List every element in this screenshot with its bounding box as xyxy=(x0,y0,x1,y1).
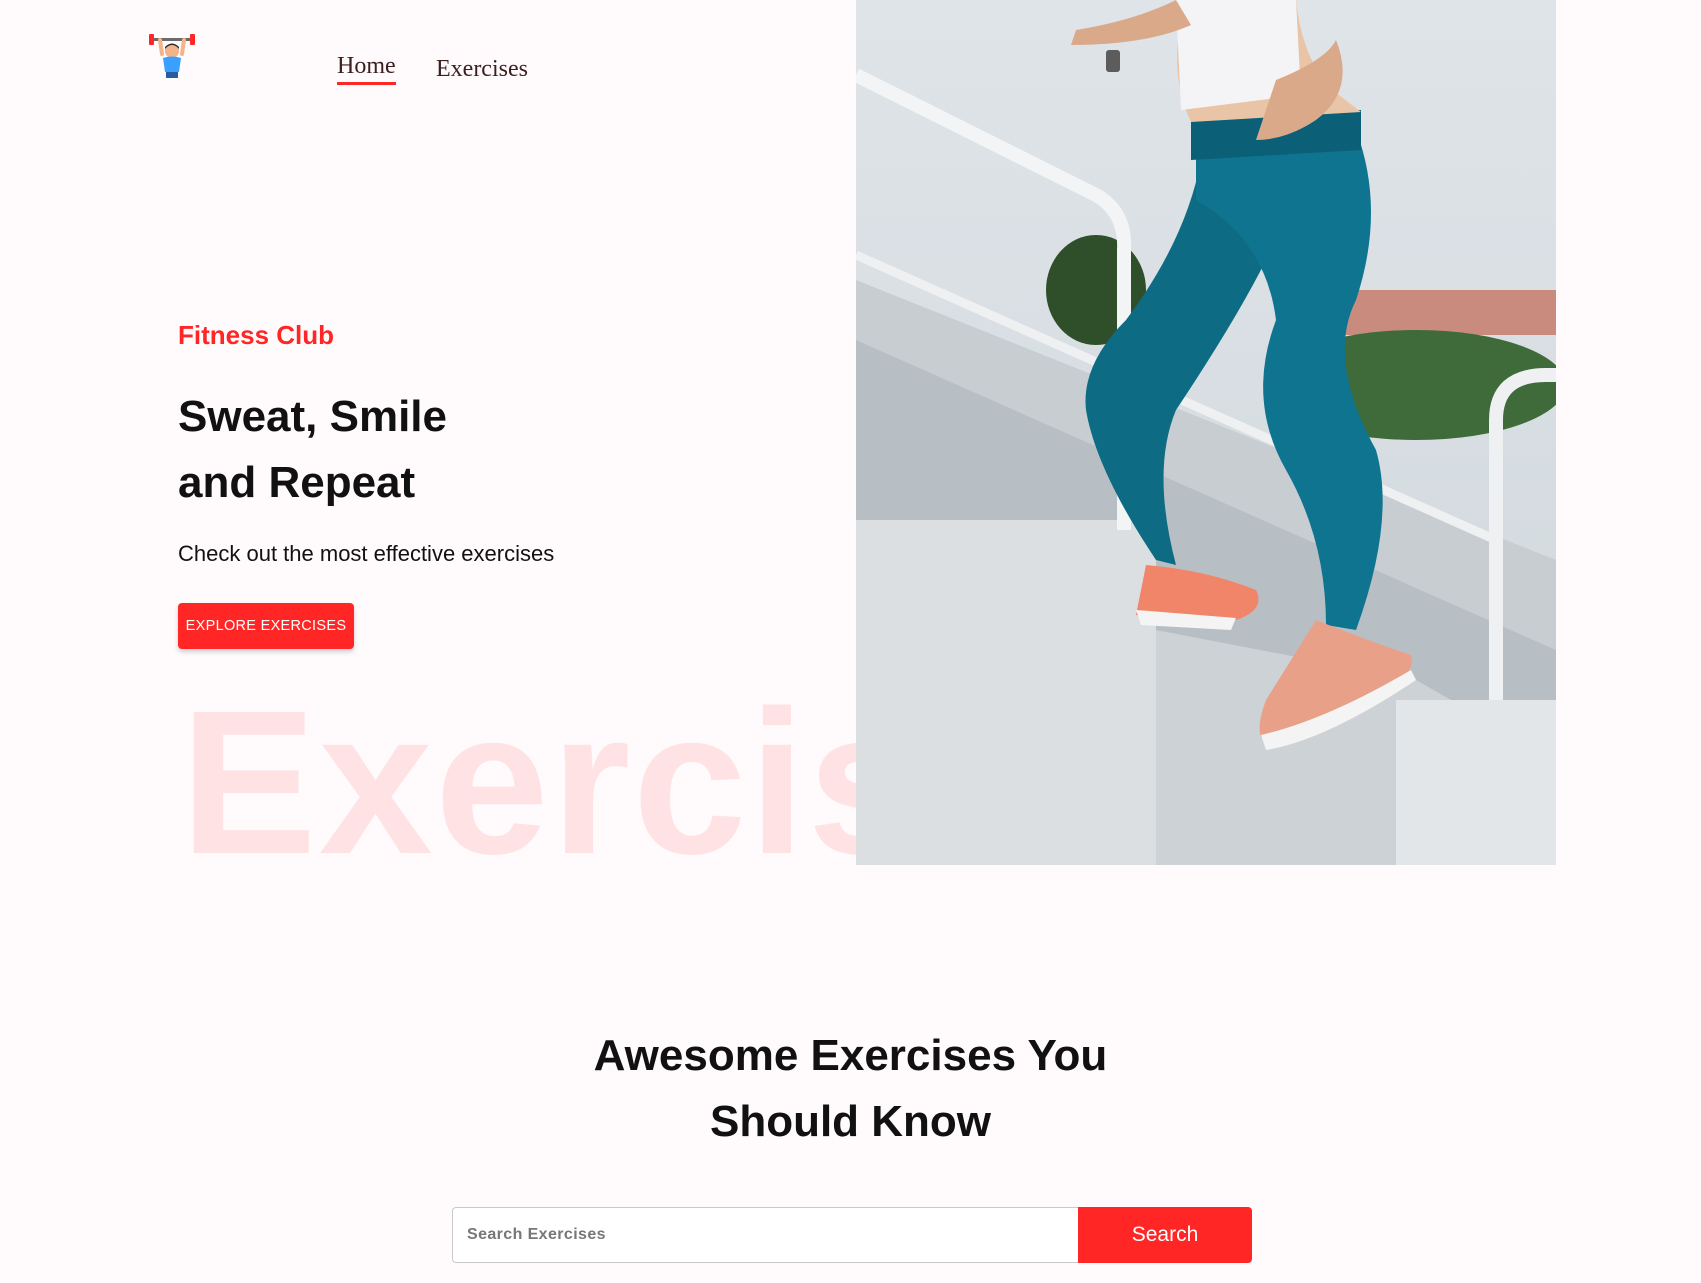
hero-subtitle: Check out the most effective exercises xyxy=(178,541,555,566)
section-title: Awesome Exercises You Should Know xyxy=(0,1023,1701,1155)
nav-link-home[interactable]: Home xyxy=(337,54,396,85)
hero-kicker: Fitness Club xyxy=(178,320,335,350)
search-input[interactable] xyxy=(452,1207,1078,1263)
section-title-line1: Awesome Exercises You xyxy=(593,1031,1108,1080)
section-title-line2: Should Know xyxy=(709,1097,992,1146)
weightlifter-logo-icon[interactable] xyxy=(148,32,196,80)
hero-title: Sweat, Smile and Repeat xyxy=(178,384,738,516)
hero-title-line2: and Repeat xyxy=(178,458,416,507)
hero-title-line1: Sweat, Smile xyxy=(178,392,448,441)
explore-exercises-button[interactable]: EXPLORE EXERCISES xyxy=(178,603,354,649)
search-button[interactable]: Search xyxy=(1078,1207,1252,1263)
nav-link-exercises[interactable]: Exercises xyxy=(436,57,528,81)
woman-running-stairs-photo xyxy=(856,0,1556,865)
